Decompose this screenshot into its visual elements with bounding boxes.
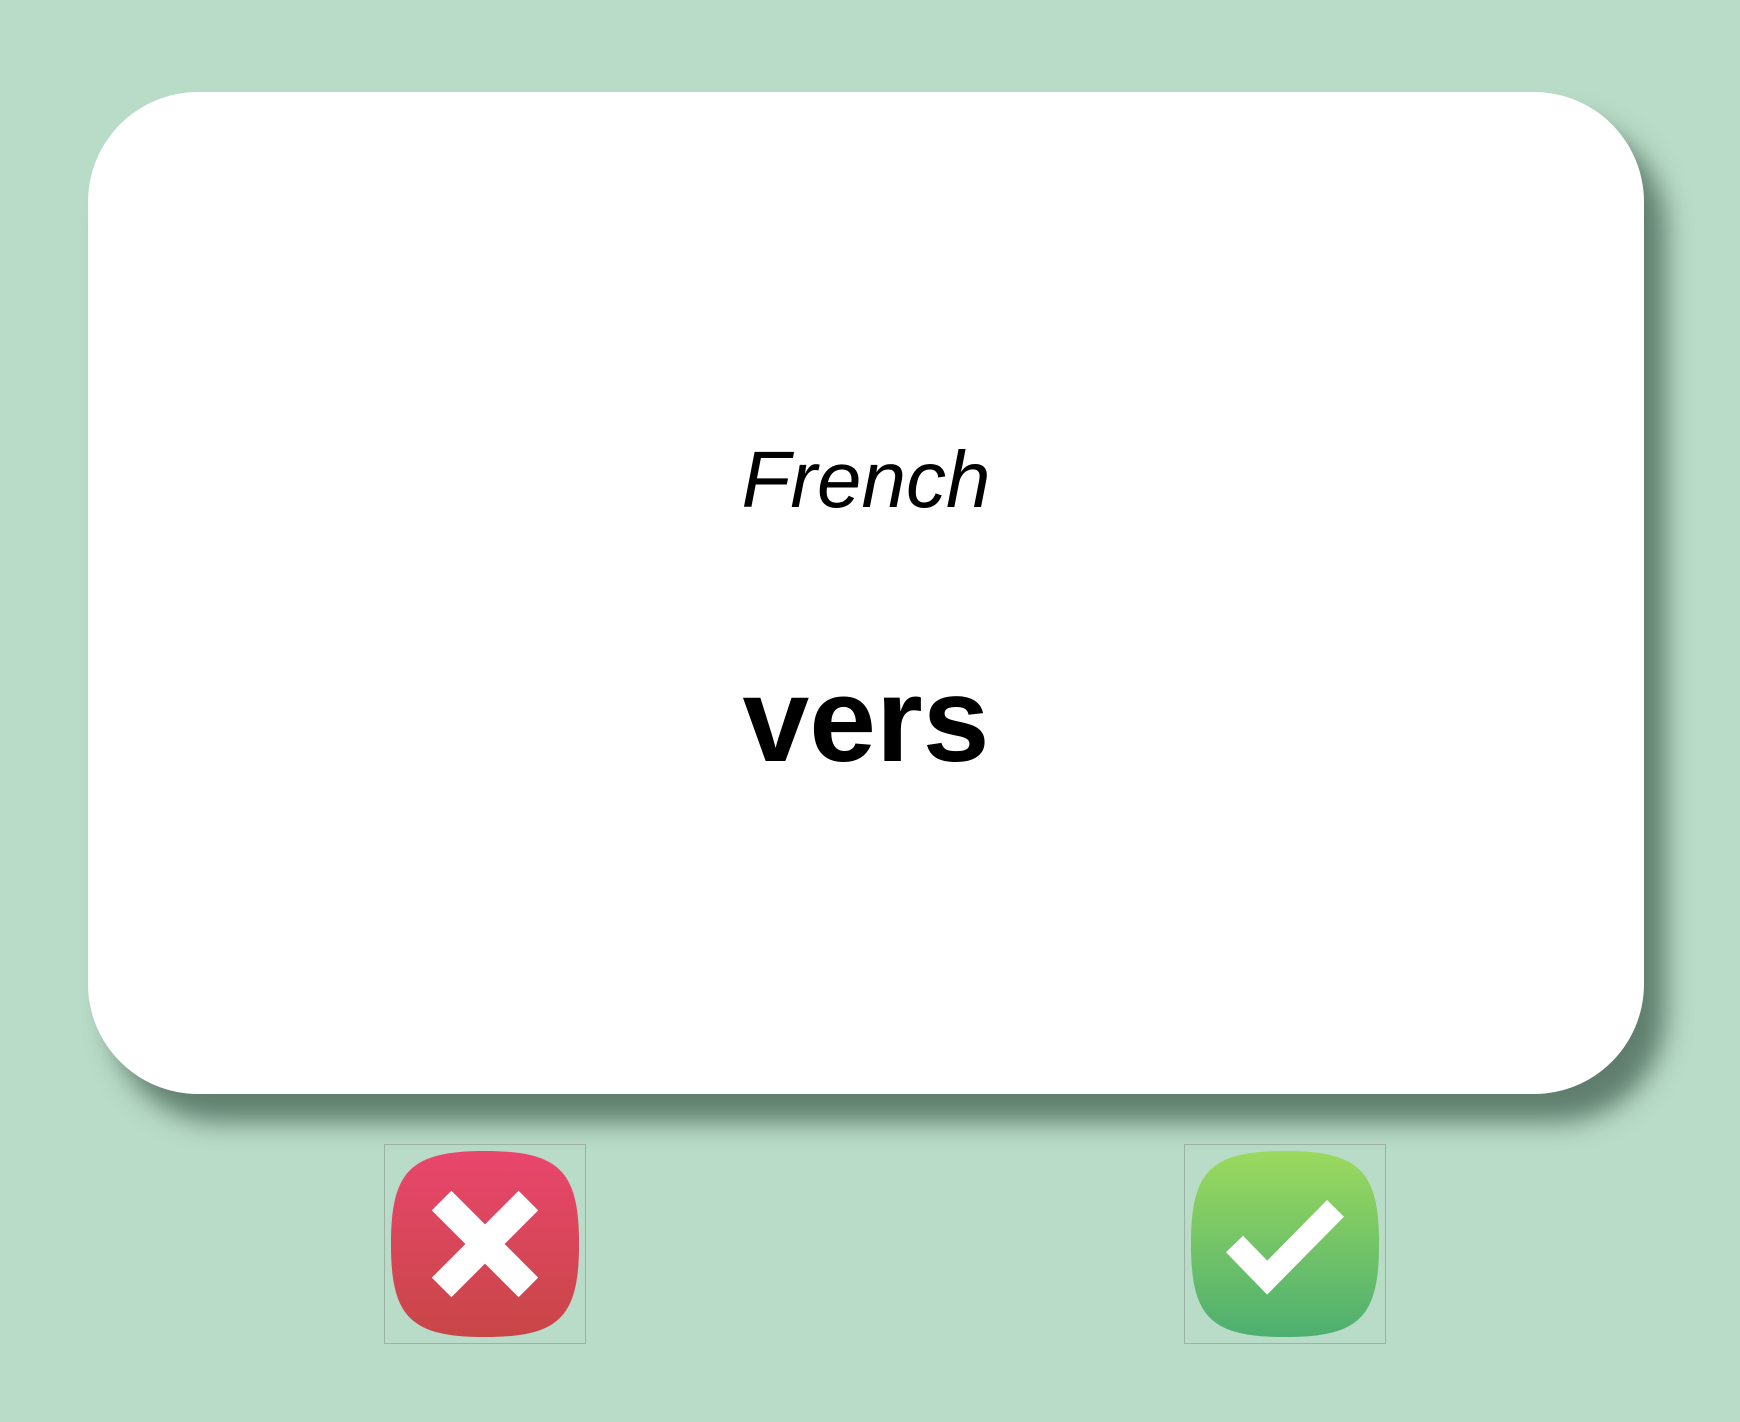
card-word: vers xyxy=(742,653,990,787)
card-language-label: French xyxy=(741,435,991,524)
correct-answer-button[interactable] xyxy=(1184,1144,1386,1344)
flashcard[interactable]: French vers xyxy=(88,92,1644,1094)
wrong-answer-button[interactable] xyxy=(384,1144,586,1344)
close-icon xyxy=(390,1150,580,1338)
check-icon xyxy=(1190,1150,1380,1338)
flashcard-screen: French vers xyxy=(0,0,1740,1422)
